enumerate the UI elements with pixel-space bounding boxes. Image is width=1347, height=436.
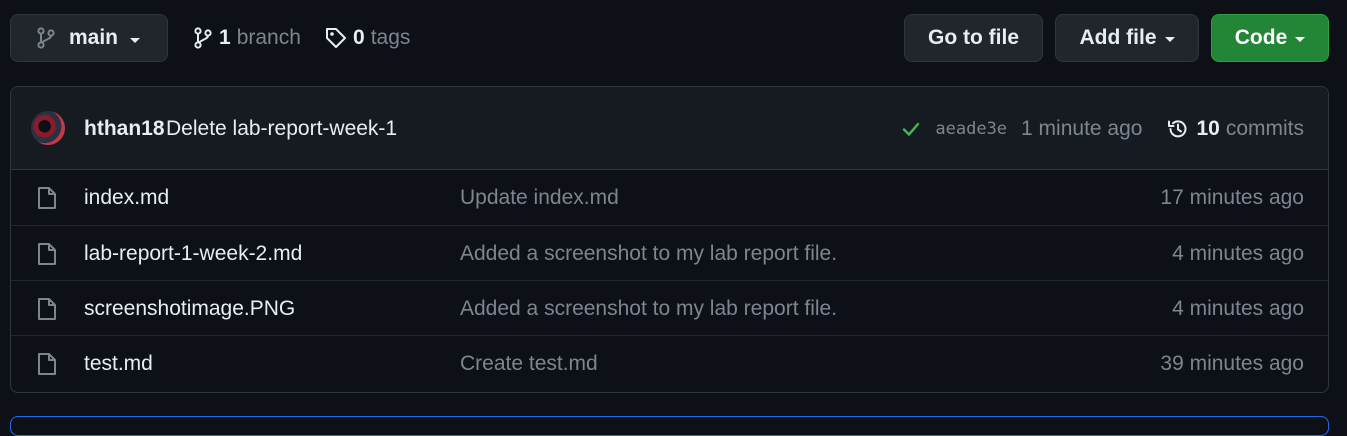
code-button[interactable]: Code [1211,14,1329,62]
commit-sha-link[interactable]: aeade3e [935,119,1007,139]
chevron-down-icon [130,37,141,43]
file-name-link[interactable]: index.md [84,170,169,225]
commits-history-link[interactable]: 10 commits [1166,117,1304,141]
file-name-link[interactable]: test.md [84,336,153,391]
file-commit-link[interactable]: Create test.md [460,336,598,391]
commits-count: 10 [1196,116,1220,140]
chevron-down-icon [1295,36,1306,42]
commit-message-link[interactable]: Delete lab-report-week-1 [166,87,397,170]
repo-toolbar: main 1 branch 0 tags Go to file Add file [10,14,1329,62]
file-time: 17 minutes ago [1160,185,1304,209]
file-row[interactable]: test.md Create test.md 39 minutes ago [11,335,1328,390]
add-file-button[interactable]: Add file [1055,14,1199,62]
avatar[interactable] [31,111,65,145]
branch-selector-button[interactable]: main [10,14,168,62]
file-icon [37,242,57,271]
file-list-box: hthan18 Delete lab-report-week-1 aeade3e… [10,86,1329,393]
git-branch-icon [193,27,213,49]
file-commit-link[interactable]: Added a screenshot to my lab report file… [460,226,837,281]
branches-label: branch [236,26,301,49]
current-branch-name: main [69,26,119,49]
add-file-label: Add file [1079,26,1157,49]
file-name-link[interactable]: screenshotimage.PNG [84,281,295,336]
tag-icon [325,27,347,49]
commit-details: aeade3e 1 minute ago 10 commits [901,87,1304,170]
go-to-file-label: Go to file [928,26,1019,49]
commit-time: 1 minute ago [1021,116,1143,140]
go-to-file-button[interactable]: Go to file [904,14,1043,62]
file-row[interactable]: lab-report-1-week-2.md Added a screensho… [11,225,1328,280]
file-icon [37,186,57,215]
branches-count: 1 [219,26,231,49]
file-time: 4 minutes ago [1172,241,1304,265]
file-commit-link[interactable]: Added a screenshot to my lab report file… [460,281,837,336]
tags-link[interactable]: 0 tags [325,14,410,62]
commits-label: commits [1225,116,1304,140]
file-icon [37,297,57,326]
file-time: 39 minutes ago [1160,351,1304,375]
tags-count: 0 [353,26,365,49]
file-time: 4 minutes ago [1172,296,1304,320]
history-icon [1166,117,1190,141]
file-name-link[interactable]: lab-report-1-week-2.md [84,226,302,281]
code-label: Code [1234,26,1288,49]
check-icon[interactable] [901,119,921,139]
branches-link[interactable]: 1 branch [193,14,301,62]
latest-commit-bar: hthan18 Delete lab-report-week-1 aeade3e… [11,87,1328,170]
readme-panel-edge [10,416,1329,436]
file-row[interactable]: screenshotimage.PNG Added a screenshot t… [11,280,1328,335]
file-row[interactable]: index.md Update index.md 17 minutes ago [11,170,1328,225]
file-icon [37,352,57,381]
file-commit-link[interactable]: Update index.md [460,170,619,225]
commit-author-link[interactable]: hthan18 [84,87,165,170]
chevron-down-icon [1164,36,1175,42]
tags-label: tags [370,26,411,49]
git-branch-icon [37,27,55,49]
